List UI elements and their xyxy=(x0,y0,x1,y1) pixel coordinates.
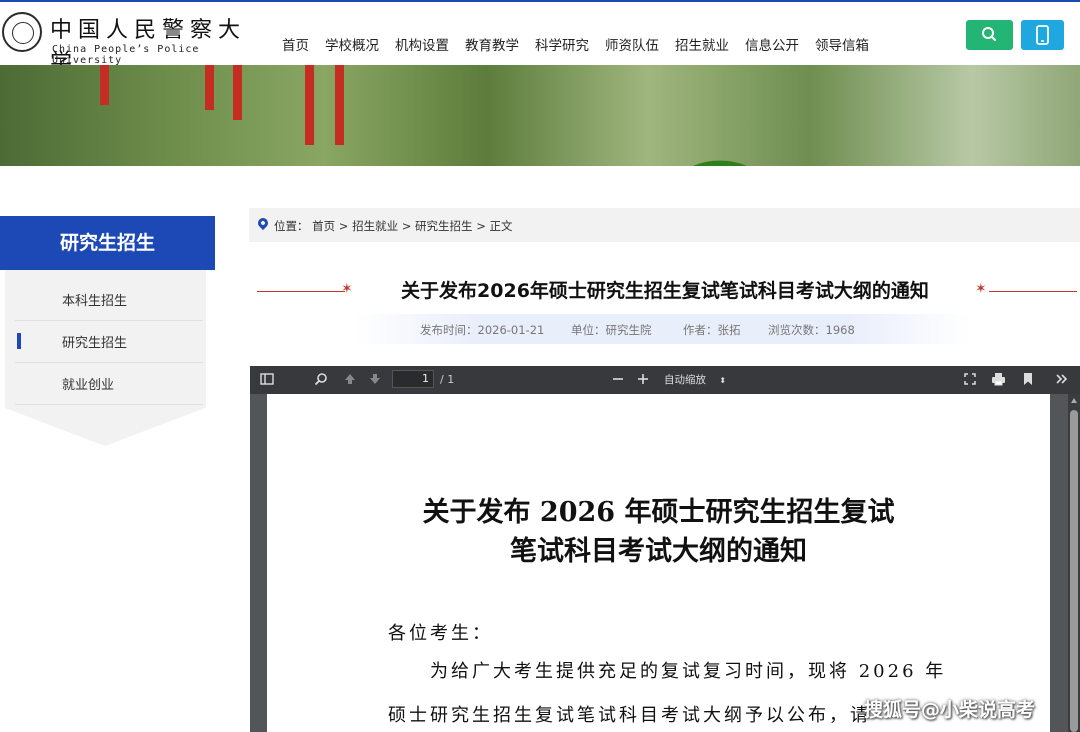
document-salutation: 各位考生： xyxy=(388,623,493,644)
find-search-icon[interactable] xyxy=(314,372,328,391)
search-button[interactable] xyxy=(966,20,1013,50)
nav-item-disclosure[interactable]: 信息公开 xyxy=(745,34,799,54)
university-logo[interactable]: 中国人民警察大学 China People’s Police Universit… xyxy=(0,10,270,75)
tools-chevron-icon[interactable] xyxy=(1055,372,1069,391)
mobile-phone-icon xyxy=(1036,25,1049,45)
breadcrumb-path[interactable]: 首页 > 招生就业 > 研究生招生 > 正文 xyxy=(312,219,512,233)
publish-unit: 单位：研究生院 xyxy=(571,323,652,337)
active-indicator xyxy=(17,333,21,349)
sidebar-item-undergraduate[interactable]: 本科生招生 xyxy=(15,278,203,321)
nav-item-home[interactable]: 首页 xyxy=(282,34,309,54)
banner-pavilion-pillar xyxy=(305,65,314,145)
sidebar-item-label: 研究生招生 xyxy=(62,336,128,351)
banner-pavilion-pillar xyxy=(233,65,242,120)
print-icon[interactable] xyxy=(991,372,1006,391)
mobile-version-button[interactable] xyxy=(1021,20,1064,50)
sidebar-item-employment[interactable]: 就业创业 xyxy=(15,362,203,405)
top-header: 中国人民警察大学 China People’s Police Universit… xyxy=(0,0,1080,75)
document-title-line2: 笔试科目考试大纲的通知 xyxy=(510,536,807,567)
page-total: / 1 xyxy=(440,373,455,386)
sidebar-toggle-icon[interactable] xyxy=(260,372,274,391)
pdf-page: 关于发布 2026 年硕士研究生招生复试 笔试科目考试大纲的通知 各位考生： 为… xyxy=(267,394,1050,732)
next-page-icon[interactable] xyxy=(368,372,382,391)
campus-banner-image xyxy=(0,65,1080,166)
sidebar-menu: 本科生招生 研究生招生 就业创业 xyxy=(5,270,206,408)
zoom-select[interactable]: 自动缩放 ⬍ xyxy=(664,372,726,387)
article-title: 关于发布2026年硕士研究生招生复试笔试科目考试大纲的通知 xyxy=(401,280,929,302)
sidebar-title-text: 研究生招生 xyxy=(59,232,155,254)
pdf-scrollbar[interactable] xyxy=(1068,394,1080,732)
nav-item-mailbox[interactable]: 领导信箱 xyxy=(815,34,869,54)
document-paragraph-line1: 为给广大考生提供充足的复试复习时间，现将 2026 年 xyxy=(430,661,947,682)
nav-item-admissions[interactable]: 招生就业 xyxy=(675,34,729,54)
pdf-toolbar: 1 / 1 自动缩放 ⬍ xyxy=(250,366,1080,394)
document-title-line1: 关于发布 2026 年硕士研究生招生复试 xyxy=(422,497,895,528)
document-paragraph-line2: 硕士研究生招生复试笔试科目考试大纲予以公布，请 xyxy=(388,705,871,726)
breadcrumb-prefix: 位置： xyxy=(274,219,309,233)
main-nav: 首页 学校概况 机构设置 教育教学 科学研究 师资队伍 招生就业 信息公开 领导… xyxy=(282,34,885,54)
pdf-viewer: 1 / 1 自动缩放 ⬍ 关于发布 2026 年硕士研究生招生复试 笔试科目考试… xyxy=(250,366,1080,732)
nav-item-faculty[interactable]: 师资队伍 xyxy=(605,34,659,54)
location-pin-icon xyxy=(255,215,271,231)
scroll-up-icon[interactable] xyxy=(1071,398,1077,403)
nav-item-education[interactable]: 教育教学 xyxy=(465,34,519,54)
title-decor-line-left xyxy=(257,291,345,292)
banner-pavilion-pillar xyxy=(335,65,344,145)
search-icon xyxy=(982,27,997,42)
scrollbar-thumb[interactable] xyxy=(1070,410,1078,732)
title-decor-line-right xyxy=(989,291,1077,292)
banner-pavilion-pillar xyxy=(205,65,214,110)
sidebar-item-label: 就业创业 xyxy=(62,378,115,393)
logo-english-name: China People’s Police University xyxy=(52,44,200,66)
sidebar-item-label: 本科生招生 xyxy=(62,294,128,309)
article-meta: 发布时间：2026-01-21 单位：研究生院 作者：张拓 浏览次数：1968 xyxy=(355,314,970,344)
source-watermark: 搜狐号@小柴说高考 xyxy=(864,699,1036,721)
star-icon: ✶ xyxy=(341,281,353,297)
sidebar-title: 研究生招生 xyxy=(0,216,215,270)
zoom-select-value: 自动缩放 xyxy=(664,374,706,386)
banner-pavilion-pillar xyxy=(100,65,109,105)
zoom-in-icon[interactable] xyxy=(637,372,649,391)
nav-item-departments[interactable]: 机构设置 xyxy=(395,34,449,54)
article-title-row: ✶ 关于发布2026年硕士研究生招生复试笔试科目考试大纲的通知 ✶ xyxy=(249,270,1080,310)
zoom-out-icon[interactable] xyxy=(612,372,624,391)
publish-time: 发布时间：2026-01-21 xyxy=(420,323,545,337)
view-count: 浏览次数：1968 xyxy=(768,323,855,337)
nav-item-research[interactable]: 科学研究 xyxy=(535,34,589,54)
chevron-updown-icon: ⬍ xyxy=(719,376,727,385)
sidebar-bottom-chevron xyxy=(5,408,205,446)
star-icon: ✶ xyxy=(975,281,987,297)
university-seal-icon xyxy=(2,12,42,52)
sidebar-item-graduate[interactable]: 研究生招生 xyxy=(15,320,203,363)
breadcrumb: 位置： 首页 > 招生就业 > 研究生招生 > 正文 xyxy=(249,208,1080,242)
presentation-mode-icon[interactable] xyxy=(963,372,977,391)
page-number-input[interactable]: 1 xyxy=(392,370,434,388)
article-author: 作者：张拓 xyxy=(683,323,741,337)
bookmark-icon[interactable] xyxy=(1023,372,1033,391)
nav-item-about[interactable]: 学校概况 xyxy=(325,34,379,54)
previous-page-icon[interactable] xyxy=(343,372,357,391)
